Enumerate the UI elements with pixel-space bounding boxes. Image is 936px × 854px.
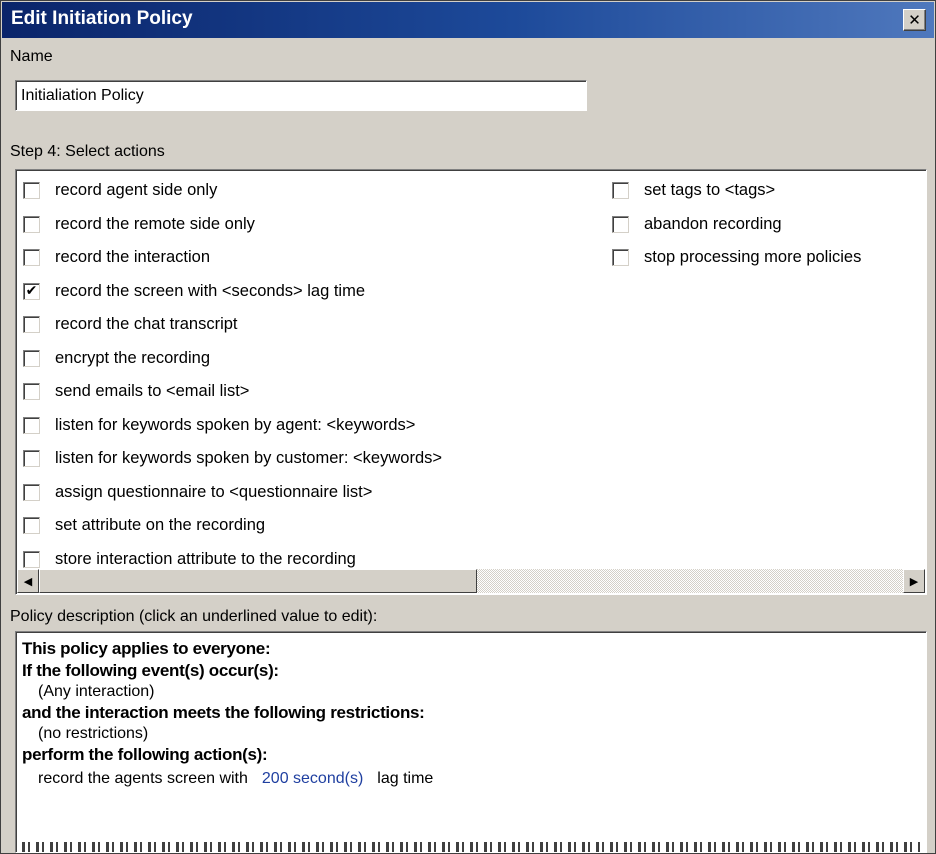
close-button[interactable]: ✕	[903, 9, 926, 31]
arrow-right-icon: ▶	[909, 574, 919, 588]
action-item[interactable]: abandon recording	[612, 208, 861, 242]
description-restrictions-heading: and the interaction meets the following …	[22, 703, 425, 722]
description-applies-line: This policy applies to everyone:	[22, 639, 271, 658]
action-suffix-text: lag time	[377, 770, 434, 787]
action-label: send emails to <email list>	[55, 382, 250, 401]
step-actions-label: Step 4: Select actions	[10, 143, 165, 160]
description-restrictions-value[interactable]: (no restrictions)	[22, 724, 926, 744]
action-label: assign questionnaire to <questionnaire l…	[55, 482, 373, 501]
action-item[interactable]: listen for keywords spoken by agent: <ke…	[23, 409, 442, 443]
action-checkbox[interactable]	[23, 215, 40, 233]
action-checkbox[interactable]	[612, 215, 629, 233]
name-label: Name	[10, 48, 53, 65]
action-label: set tags to <tags>	[644, 181, 776, 200]
action-label: store interaction attribute to the recor…	[55, 549, 356, 568]
description-events-heading: If the following event(s) occur(s):	[22, 661, 279, 680]
action-prefix-text: record the agents screen with	[38, 770, 248, 787]
action-item[interactable]: encrypt the recording	[23, 342, 442, 376]
actions-list[interactable]: record agent side only record the remote …	[15, 169, 927, 595]
action-item[interactable]: listen for keywords spoken by customer: …	[23, 442, 442, 476]
action-item[interactable]: assign questionnaire to <questionnaire l…	[23, 476, 442, 510]
action-checkbox[interactable]	[23, 349, 40, 367]
action-label: listen for keywords spoken by customer: …	[55, 449, 443, 468]
description-label: Policy description (click an underlined …	[10, 608, 378, 625]
action-label: record the screen with <seconds> lag tim…	[55, 281, 365, 300]
description-events-value[interactable]: (Any interaction)	[22, 682, 926, 702]
policy-description-box: This policy applies to everyone: If the …	[15, 631, 927, 853]
action-label: listen for keywords spoken by agent: <ke…	[55, 415, 416, 434]
close-icon: ✕	[908, 10, 921, 29]
action-item[interactable]: record the interaction	[23, 241, 442, 275]
horizontal-scrollbar[interactable]: ◀ ▶	[17, 569, 925, 593]
description-action-line: record the agents screen with 200 second(…	[22, 766, 926, 792]
action-checkbox[interactable]	[23, 316, 40, 334]
action-checkbox[interactable]	[612, 182, 629, 200]
scroll-right-button[interactable]: ▶	[903, 569, 925, 593]
action-checkbox[interactable]: ✔	[23, 282, 40, 300]
action-checkbox[interactable]	[612, 249, 629, 267]
action-item[interactable]: send emails to <email list>	[23, 375, 442, 409]
action-label: encrypt the recording	[55, 348, 211, 367]
action-label: abandon recording	[644, 214, 782, 233]
action-label: record the interaction	[55, 248, 211, 267]
action-checkbox[interactable]	[23, 416, 40, 434]
action-checkbox[interactable]	[23, 249, 40, 267]
action-label: set attribute on the recording	[55, 516, 266, 535]
action-label: record the remote side only	[55, 214, 255, 233]
action-label: stop processing more policies	[644, 248, 862, 267]
arrow-left-icon: ◀	[23, 574, 33, 588]
action-label: record the chat transcript	[55, 315, 238, 334]
title-bar[interactable]: Edit Initiation Policy ✕	[2, 2, 934, 38]
action-checkbox[interactable]	[23, 483, 40, 501]
checkmark-icon: ✔	[25, 283, 38, 300]
actions-left-column: record agent side only record the remote …	[23, 174, 442, 576]
action-checkbox[interactable]	[23, 450, 40, 468]
action-item[interactable]: record the chat transcript	[23, 308, 442, 342]
action-checkbox[interactable]	[23, 550, 40, 568]
cut-off-text-row	[22, 842, 920, 852]
actions-right-column: set tags to <tags> abandon recording stop …	[612, 174, 861, 275]
action-checkbox[interactable]	[23, 182, 40, 200]
action-checkbox[interactable]	[23, 517, 40, 535]
action-item[interactable]: set attribute on the recording	[23, 509, 442, 543]
action-item[interactable]: record agent side only	[23, 174, 442, 208]
action-item[interactable]: record the remote side only	[23, 208, 442, 242]
action-checkbox[interactable]	[23, 383, 40, 401]
action-item[interactable]: ✔ record the screen with <seconds> lag ti…	[23, 275, 442, 309]
edit-policy-dialog: Edit Initiation Policy ✕ Name Step 4: Se…	[0, 0, 936, 854]
policy-name-input[interactable]	[15, 80, 587, 111]
action-item[interactable]: set tags to <tags>	[612, 174, 861, 208]
lag-time-value-link[interactable]: 200 second(s)	[262, 770, 363, 787]
action-item[interactable]: stop processing more policies	[612, 241, 861, 275]
scroll-thumb[interactable]	[39, 569, 477, 593]
scroll-left-button[interactable]: ◀	[17, 569, 39, 593]
description-actions-heading: perform the following action(s):	[22, 745, 268, 764]
dialog-title: Edit Initiation Policy	[11, 8, 193, 29]
action-label: record agent side only	[55, 181, 218, 200]
